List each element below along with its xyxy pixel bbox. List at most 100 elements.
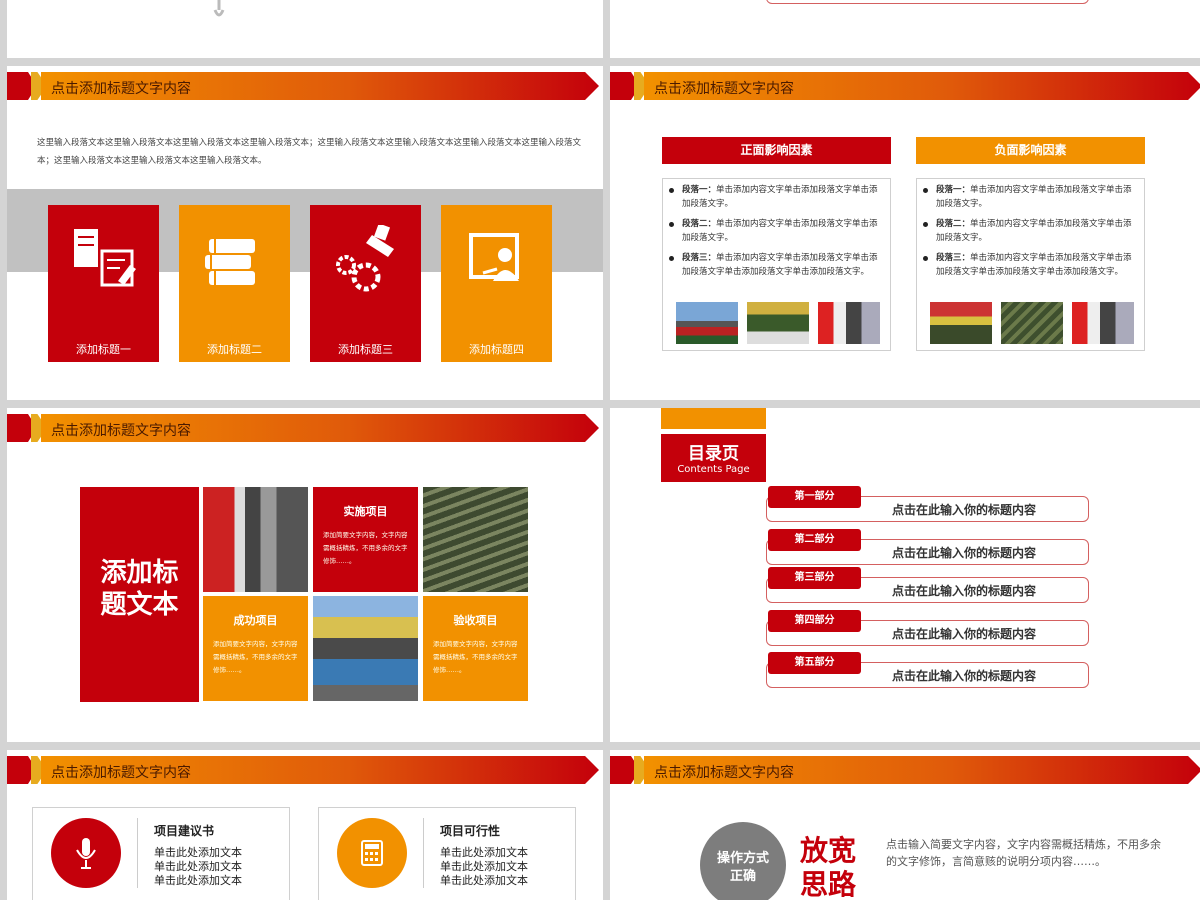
list-item: 段落三：单击添加内容文字单击添加段落文字单击添加段落文字单击添加段落文字单击添加…	[923, 251, 1138, 279]
item-text: 点击在此输入你的标题内容	[892, 584, 1037, 598]
big-heading-line-1: 放宽	[800, 834, 857, 867]
card-label: 添加标题二	[207, 343, 262, 356]
item-tag: 第二部分	[768, 529, 861, 551]
photo-strip	[930, 302, 1134, 344]
project-cell-implement[interactable]: 实施项目 添加简要文字内容，文字内容需概括精炼，不用多余的文字修饰……。	[313, 487, 418, 592]
contents-header: 目录页 Contents Page	[661, 434, 766, 482]
project-cell-acceptance[interactable]: 验收项目 添加简要文字内容，文字内容需概括精炼，不用多余的文字修饰……。	[423, 596, 528, 701]
circle-line-2: 正确	[729, 869, 756, 884]
card-title-two[interactable]: 添加标题二	[179, 205, 290, 362]
contents-title: 目录页	[688, 444, 739, 464]
slide-partial-top-right[interactable]	[610, 0, 1200, 58]
banner-title[interactable]: 点击添加标题文字内容	[51, 420, 191, 440]
photo-parade	[1001, 302, 1063, 344]
card-label: 添加标题四	[469, 343, 524, 356]
big-heading-line-2: 思路	[800, 868, 857, 900]
contents-accent-block	[661, 408, 766, 429]
box-line: 单击此处添加文本	[154, 874, 242, 887]
banner-title[interactable]: 点击添加标题文字内容	[654, 78, 794, 98]
slide-four-cards[interactable]: 点击添加标题文字内容 这里输入段落文本这里输入段落文本这里输入段落文本这里输入段…	[7, 66, 603, 400]
item-text: 点击在此输入你的标题内容	[892, 627, 1037, 641]
method-circle: 操作方式 正确	[700, 822, 786, 900]
negative-factors-header: 负面影响因素	[916, 137, 1145, 164]
big-heading: 放宽 思路	[800, 834, 856, 900]
photo-parade	[676, 302, 738, 344]
project-cell-success[interactable]: 成功项目 添加简要文字内容，文字内容需概括精炼，不用多余的文字修饰……。	[203, 596, 308, 701]
list-item: 段落一：单击添加内容文字单击添加段落文字单击添加段落文字。	[923, 183, 1138, 211]
photo-parade	[747, 302, 809, 344]
description-text[interactable]: 点击输入简要文字内容，文字内容需概括精炼，不用多余的文字修饰，言简意赅的说明分项…	[886, 836, 1166, 870]
banner-title[interactable]: 点击添加标题文字内容	[654, 762, 794, 782]
photo-strip	[676, 302, 880, 344]
positive-factors-box[interactable]: 正面影响因素 段落一：单击添加内容文字单击添加段落文字单击添加段落文字。 段落二…	[662, 137, 891, 351]
card-title-one[interactable]: 添加标题一	[48, 205, 159, 362]
box-line: 单击此处添加文本	[440, 874, 528, 887]
box-title: 项目建议书	[154, 824, 215, 838]
document-edit-icon	[74, 229, 136, 287]
divider	[423, 818, 424, 888]
cell-title: 成功项目	[233, 614, 278, 627]
big-title-block[interactable]: 添加标题文本	[80, 487, 199, 702]
item-text: 点击在此输入你的标题内容	[892, 669, 1037, 683]
slide-broaden-thinking[interactable]: 点击添加标题文字内容 操作方式 正确 放宽 思路 点击输入简要文字内容，文字内容…	[610, 750, 1200, 900]
partial-pin-icon	[213, 0, 225, 18]
contents-subtitle: Contents Page	[677, 464, 750, 475]
item-tag: 第四部分	[768, 610, 861, 632]
banner-title[interactable]: 点击添加标题文字内容	[51, 78, 191, 98]
positive-factors-header: 正面影响因素	[662, 137, 891, 164]
partial-outline-box	[766, 0, 1089, 4]
item-tag: 第一部分	[768, 486, 861, 508]
banner-title[interactable]: 点击添加标题文字内容	[51, 762, 191, 782]
photo-flag-bearers	[203, 487, 308, 592]
contents-item-3[interactable]: 第三部分 点击在此输入你的标题内容	[766, 567, 1089, 603]
slide-contents[interactable]: 目录页 Contents Page 第一部分 点击在此输入你的标题内容 第二部分…	[610, 408, 1200, 742]
calculator-icon	[337, 818, 407, 888]
books-icon	[205, 239, 255, 285]
presenter-board-icon	[469, 233, 519, 281]
cell-title: 实施项目	[343, 505, 388, 518]
gears-tools-icon	[336, 225, 394, 292]
contents-item-4[interactable]: 第四部分 点击在此输入你的标题内容	[766, 610, 1089, 646]
feasibility-box[interactable]: 项目可行性 单击此处添加文本 单击此处添加文本 单击此处添加文本	[318, 807, 576, 900]
contents-item-2[interactable]: 第二部分 点击在此输入你的标题内容	[766, 529, 1089, 565]
photo-parade	[1072, 302, 1134, 344]
card-label: 添加标题一	[76, 343, 131, 356]
slide-partial-top-left[interactable]	[7, 0, 603, 58]
item-text: 点击在此输入你的标题内容	[892, 546, 1037, 560]
divider	[137, 818, 138, 888]
big-title: 添加标题文本	[100, 558, 179, 620]
negative-factors-body: 段落一：单击添加内容文字单击添加段落文字单击添加段落文字。 段落二：单击添加内容…	[916, 178, 1145, 351]
cell-desc: 添加简要文字内容，文字内容需概括精炼，不用多余的文字修饰……。	[213, 640, 298, 674]
slide-project-grid[interactable]: 点击添加标题文字内容 添加标题文本 实施项目 添加简要文字内容，文字内容需概括精…	[7, 408, 603, 742]
item-tag: 第三部分	[768, 567, 861, 589]
title-banner: 点击添加标题文字内容	[7, 72, 599, 100]
slide-project-boxes[interactable]: 点击添加标题文字内容 项目建议书 单击此处添加文本 单击此处添加文本 单击此处添…	[7, 750, 603, 900]
body-paragraph[interactable]: 这里输入段落文本这里输入段落文本这里输入段落文本这里输入段落文本；这里输入段落文…	[37, 134, 582, 170]
contents-item-5[interactable]: 第五部分 点击在此输入你的标题内容	[766, 652, 1089, 688]
slide-influence-factors[interactable]: 点击添加标题文字内容 正面影响因素 段落一：单击添加内容文字单击添加段落文字单击…	[610, 66, 1200, 400]
box-title: 项目可行性	[440, 824, 501, 838]
positive-factors-body: 段落一：单击添加内容文字单击添加段落文字单击添加段落文字。 段落二：单击添加内容…	[662, 178, 891, 351]
card-title-four[interactable]: 添加标题四	[441, 205, 552, 362]
photo-parade	[818, 302, 880, 344]
negative-factors-box[interactable]: 负面影响因素 段落一：单击添加内容文字单击添加段落文字单击添加段落文字。 段落二…	[916, 137, 1145, 351]
cell-title: 验收项目	[453, 614, 498, 627]
cell-desc: 添加简要文字内容，文字内容需概括精炼，不用多余的文字修饰……。	[433, 640, 518, 674]
photo-marching-troops	[423, 487, 528, 592]
cell-desc: 添加简要文字内容，文字内容需概括精炼，不用多余的文字修饰……。	[323, 531, 408, 565]
list-item: 段落二：单击添加内容文字单击添加段落文字单击添加段落文字。	[923, 217, 1138, 245]
title-banner: 点击添加标题文字内容	[7, 756, 599, 784]
list-item: 段落三：单击添加内容文字单击添加段落文字单击添加段落文字单击添加段落文字单击添加…	[669, 251, 884, 279]
microphone-icon	[51, 818, 121, 888]
title-banner: 点击添加标题文字内容	[610, 756, 1200, 784]
photo-parade	[930, 302, 992, 344]
card-title-three[interactable]: 添加标题三	[310, 205, 421, 362]
photo-parade-vehicles	[313, 596, 418, 701]
item-text: 点击在此输入你的标题内容	[892, 503, 1037, 517]
contents-item-1[interactable]: 第一部分 点击在此输入你的标题内容	[766, 486, 1089, 522]
list-item: 段落一：单击添加内容文字单击添加段落文字单击添加段落文字。	[669, 183, 884, 211]
proposal-box[interactable]: 项目建议书 单击此处添加文本 单击此处添加文本 单击此处添加文本	[32, 807, 290, 900]
title-banner: 点击添加标题文字内容	[7, 414, 599, 442]
circle-line-1: 操作方式	[716, 851, 769, 866]
title-banner: 点击添加标题文字内容	[610, 72, 1200, 100]
